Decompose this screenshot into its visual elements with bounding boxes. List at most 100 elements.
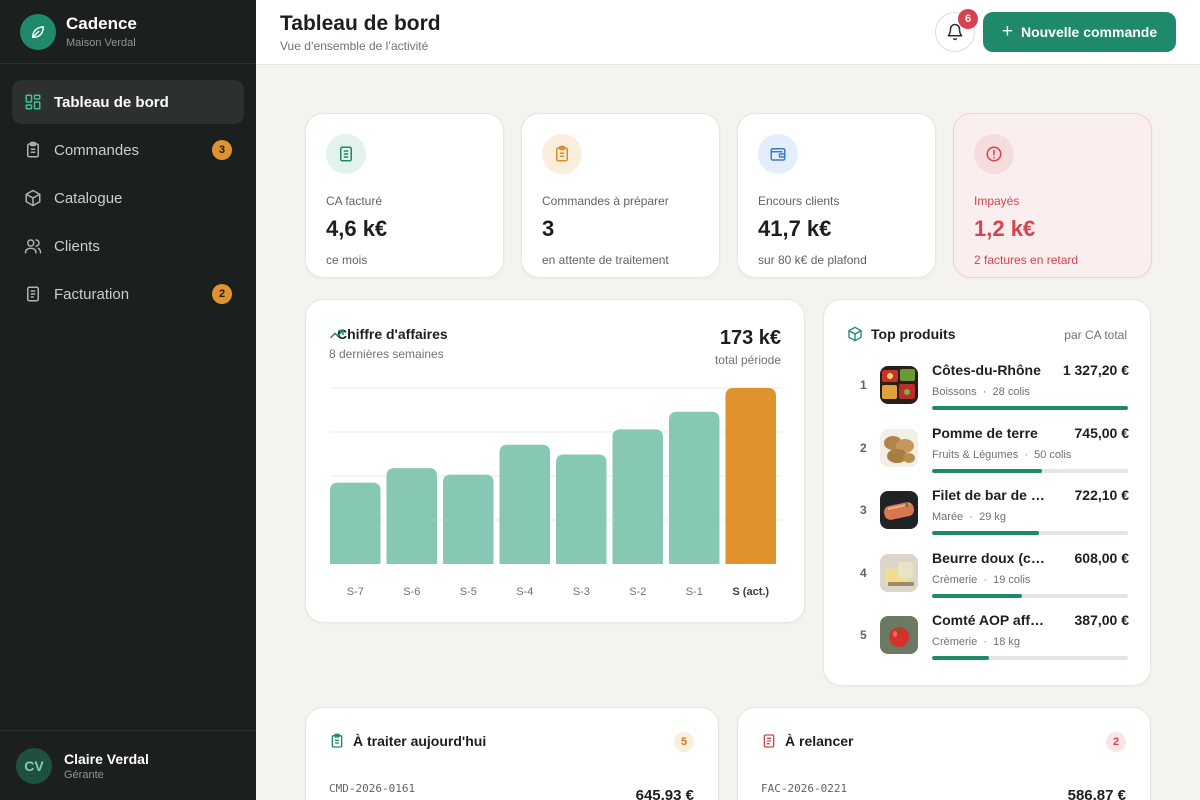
sidebar-item-dashboard[interactable]: Tableau de bord bbox=[12, 80, 244, 124]
revenue-title: Chiffre d'affaires bbox=[337, 326, 448, 342]
product-share-fill bbox=[932, 531, 1039, 535]
kpi-card-revenue[interactable]: CA facturé 4,6 k€ ce mois bbox=[305, 113, 504, 278]
kpi-label: Commandes à préparer bbox=[542, 194, 669, 208]
sidebar-item-label: Facturation bbox=[54, 285, 130, 303]
product-thumbnail bbox=[880, 428, 918, 467]
product-category: Crèmerie bbox=[932, 573, 978, 586]
product-share-bar bbox=[932, 593, 1128, 598]
product-meta: Marée · 29 kg bbox=[932, 511, 1006, 523]
product-rank: 1 bbox=[860, 378, 867, 392]
sidebar-item-label: Catalogue bbox=[54, 189, 123, 207]
product-amount: 1 327,20 € bbox=[1062, 362, 1129, 378]
product-amount: 745,00 € bbox=[1074, 424, 1130, 441]
product-name: Pomme de terre bbox=[932, 424, 1038, 441]
product-rank: 5 bbox=[860, 628, 867, 642]
product-thumbnail bbox=[880, 366, 918, 404]
sidebar-item-label: Commandes bbox=[54, 141, 140, 159]
todo-today-card: À traiter aujourd'hui 5 CMD-2026-0161 64… bbox=[305, 707, 719, 800]
product-meta: Crèmerie · 19 colis bbox=[932, 574, 1030, 586]
sidebar-item-catalog[interactable]: Catalogue bbox=[12, 176, 244, 220]
list-item[interactable]: 1 Côtes-du-Rhône 1 327,20 € Boissons · 28 c… bbox=[824, 362, 1152, 424]
revenue-chart-card: S-7 S-6 S-5 S-4 S-3 S-2 S-1 S (act.) Chiffre d'… bbox=[305, 299, 805, 623]
chart-bar[interactable] bbox=[386, 468, 438, 564]
document-icon bbox=[326, 134, 366, 174]
product-category: Boissons bbox=[932, 386, 977, 398]
kpi-note: 2 factures en retard bbox=[974, 253, 1079, 267]
separator-dot: · bbox=[1018, 448, 1035, 461]
sidebar-item-clients[interactable]: Clients bbox=[12, 224, 244, 268]
separator-dot: · bbox=[977, 573, 994, 586]
chart-bar[interactable] bbox=[669, 411, 720, 564]
product-category: Marée bbox=[932, 511, 964, 523]
invoice-icon bbox=[761, 733, 777, 749]
alert-icon bbox=[974, 134, 1014, 174]
kpi-card-client-balance[interactable]: Encours clients 41,7 k€ sur 80 k€ de pla… bbox=[737, 113, 936, 278]
list-item[interactable]: 3 Filet de bar de ligne 722,10 € Marée · 29… bbox=[824, 487, 1152, 549]
box-icon bbox=[847, 326, 863, 342]
product-share-bar bbox=[932, 468, 1128, 473]
user-role: Gérante bbox=[64, 768, 104, 781]
chart-bar[interactable] bbox=[499, 444, 551, 564]
sidebar-item-label: Tableau de bord bbox=[54, 93, 169, 111]
chart-bar[interactable] bbox=[330, 482, 381, 564]
todo-count-badge: 5 bbox=[674, 732, 694, 752]
top-products-title: Top produits bbox=[871, 326, 956, 342]
product-meta: Fruits & Légumes · 50 colis bbox=[932, 449, 1071, 461]
top-products-title-row: Top produits bbox=[847, 326, 956, 342]
sidebar-item-label: Clients bbox=[54, 237, 100, 255]
order-reference[interactable]: CMD-2026-0161 bbox=[329, 782, 415, 795]
kpi-card-unpaid[interactable]: Impayés 1,2 k€ 2 factures en retard bbox=[953, 113, 1152, 278]
list-item[interactable]: 5 Comté AOP affiné 387,00 € Crèmerie · 18 k… bbox=[824, 612, 1152, 674]
sidebar-item-orders[interactable]: Commandes 3 bbox=[12, 128, 244, 172]
list-item[interactable]: 2 Pomme de terre 745,00 € Fruits & Légumes … bbox=[824, 425, 1152, 487]
plus-icon: + bbox=[1001, 21, 1013, 42]
page-title: Tableau de bord bbox=[280, 12, 441, 35]
todo-title: À traiter aujourd'hui bbox=[353, 733, 487, 749]
box-icon bbox=[24, 189, 42, 207]
x-tick-label: S-7 bbox=[347, 586, 364, 598]
product-rank: 4 bbox=[860, 565, 867, 580]
product-amount: 608,00 € bbox=[1074, 549, 1130, 566]
kpi-note: ce mois bbox=[326, 253, 368, 267]
dashboard-icon bbox=[24, 93, 42, 111]
kpi-note: en attente de traitement bbox=[542, 253, 669, 267]
x-tick-label: S-5 bbox=[460, 586, 477, 598]
chart-bar[interactable] bbox=[612, 429, 664, 564]
top-header: Tableau de bord Vue d’ensemble de l’acti… bbox=[256, 0, 1200, 65]
order-amount: 645,93 € bbox=[635, 787, 694, 800]
product-thumbnail bbox=[880, 616, 918, 654]
product-name: Comté AOP affiné bbox=[932, 612, 1046, 628]
sidebar-item-billing[interactable]: Facturation 2 bbox=[12, 272, 244, 316]
avatar: CV bbox=[16, 747, 52, 784]
chart-bar[interactable] bbox=[725, 388, 777, 564]
wallet-icon bbox=[758, 134, 798, 174]
brand: Cadence Maison Verdal bbox=[0, 0, 256, 64]
kpi-card-orders-to-prepare[interactable]: Commandes à préparer 3 en attente de tra… bbox=[521, 113, 720, 278]
clipboard-icon bbox=[329, 733, 345, 749]
followup-title-row: À relancer bbox=[761, 733, 853, 749]
revenue-total: 173 k€ bbox=[719, 327, 781, 349]
product-thumbnail bbox=[880, 491, 918, 529]
invoice-reference[interactable]: FAC-2026-0221 bbox=[761, 782, 847, 795]
product-share-bar bbox=[932, 656, 1128, 660]
user-profile[interactable]: CV Claire Verdal Gérante bbox=[0, 730, 256, 800]
new-order-button[interactable]: + Nouvelle commande bbox=[983, 12, 1176, 52]
x-tick-label: S-4 bbox=[516, 586, 533, 598]
list-item[interactable]: 4 Beurre doux (colis) 608,00 € Crèmerie · 1… bbox=[824, 550, 1152, 612]
separator-dot: · bbox=[977, 636, 994, 648]
separator-dot: · bbox=[963, 511, 980, 523]
chart-bar[interactable] bbox=[443, 474, 494, 564]
followup-card: À relancer 2 FAC-2026-0221 586,87 € bbox=[737, 707, 1151, 800]
invoice-amount: 586,87 € bbox=[1067, 787, 1126, 800]
product-quantity: 50 colis bbox=[1034, 448, 1072, 461]
x-tick-label: S-3 bbox=[573, 586, 590, 598]
sidebar-nav: Tableau de bord Commandes 3 Catalogue Cl… bbox=[0, 64, 256, 316]
billing-count-badge: 2 bbox=[212, 284, 232, 304]
user-name: Claire Verdal bbox=[64, 750, 149, 767]
product-quantity: 19 colis bbox=[993, 573, 1031, 586]
x-tick-label: S-2 bbox=[629, 586, 646, 598]
product-share-fill bbox=[932, 593, 1022, 598]
chart-bar[interactable] bbox=[556, 454, 607, 564]
top-products-sort-label: par CA total bbox=[1064, 328, 1127, 342]
x-tick-label: S-1 bbox=[686, 586, 703, 598]
